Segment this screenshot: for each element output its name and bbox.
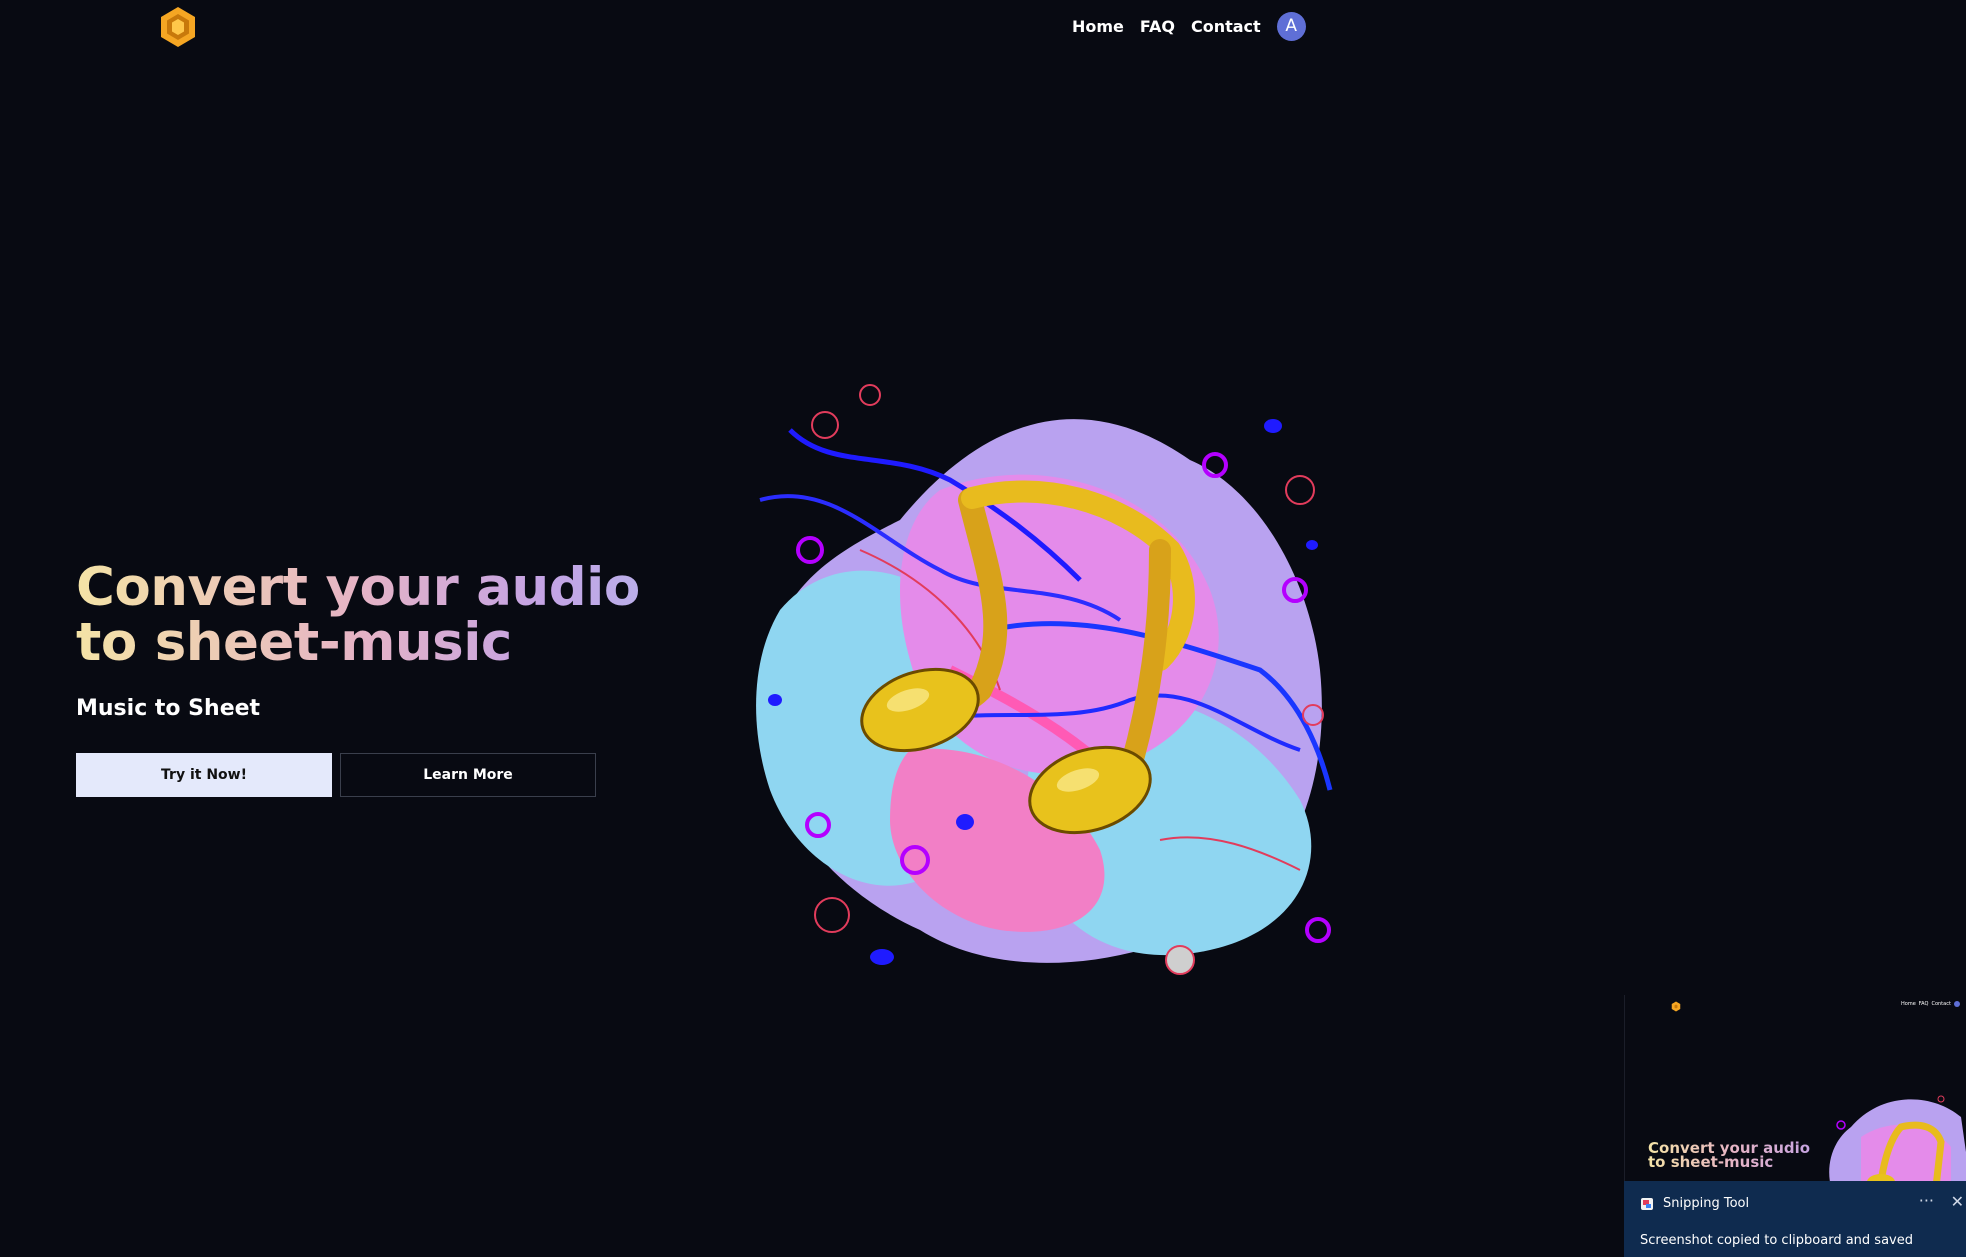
nav-link-contact[interactable]: Contact (1191, 17, 1261, 36)
learn-more-button[interactable]: Learn More (340, 753, 596, 797)
preview-avatar (1953, 1001, 1960, 1007)
toast-message: Screenshot copied to clipboard and saved (1640, 1233, 1913, 1248)
preview-music-note-illustration (1829, 1095, 1966, 1181)
preview-logo-icon (1671, 1001, 1681, 1012)
hero-title: Convert your audio to sheet-music (76, 560, 696, 670)
nav-link-faq[interactable]: FAQ (1140, 17, 1175, 36)
more-options-icon[interactable]: ··· (1919, 1191, 1934, 1210)
close-icon[interactable]: ✕ (1951, 1192, 1964, 1211)
screenshot-preview-thumbnail[interactable]: Home FAQ Contact Convert your audio to s… (1624, 995, 1966, 1181)
preview-nav-faq: FAQ (1918, 1001, 1929, 1007)
nav-link-home[interactable]: Home (1072, 17, 1124, 36)
top-nav: Home FAQ Contact A (1072, 11, 1306, 41)
hero-section: Convert your audio to sheet-music Music … (76, 560, 696, 797)
preview-nav-home: Home (1901, 1001, 1916, 1007)
preview-nav: Home FAQ Contact (1901, 1001, 1960, 1007)
preview-nav-contact: Contact (1931, 1001, 1951, 1007)
hero-buttons: Try it Now! Learn More (76, 753, 596, 797)
toast-header: Snipping Tool (1640, 1196, 1749, 1211)
music-note-illustration (756, 384, 1333, 975)
user-avatar[interactable]: A (1276, 11, 1306, 41)
try-it-now-button[interactable]: Try it Now! (76, 753, 332, 797)
snipping-tool-notification[interactable]: Snipping Tool ··· ✕ Screenshot copied to… (1624, 1181, 1966, 1257)
preview-title: Convert your audio to sheet-music (1648, 1141, 1818, 1170)
toast-app-name: Snipping Tool (1663, 1196, 1750, 1211)
hexagon-logo-icon[interactable] (158, 5, 198, 49)
hero-subtitle: Music to Sheet (76, 696, 261, 721)
snipping-tool-icon (1641, 1197, 1653, 1210)
